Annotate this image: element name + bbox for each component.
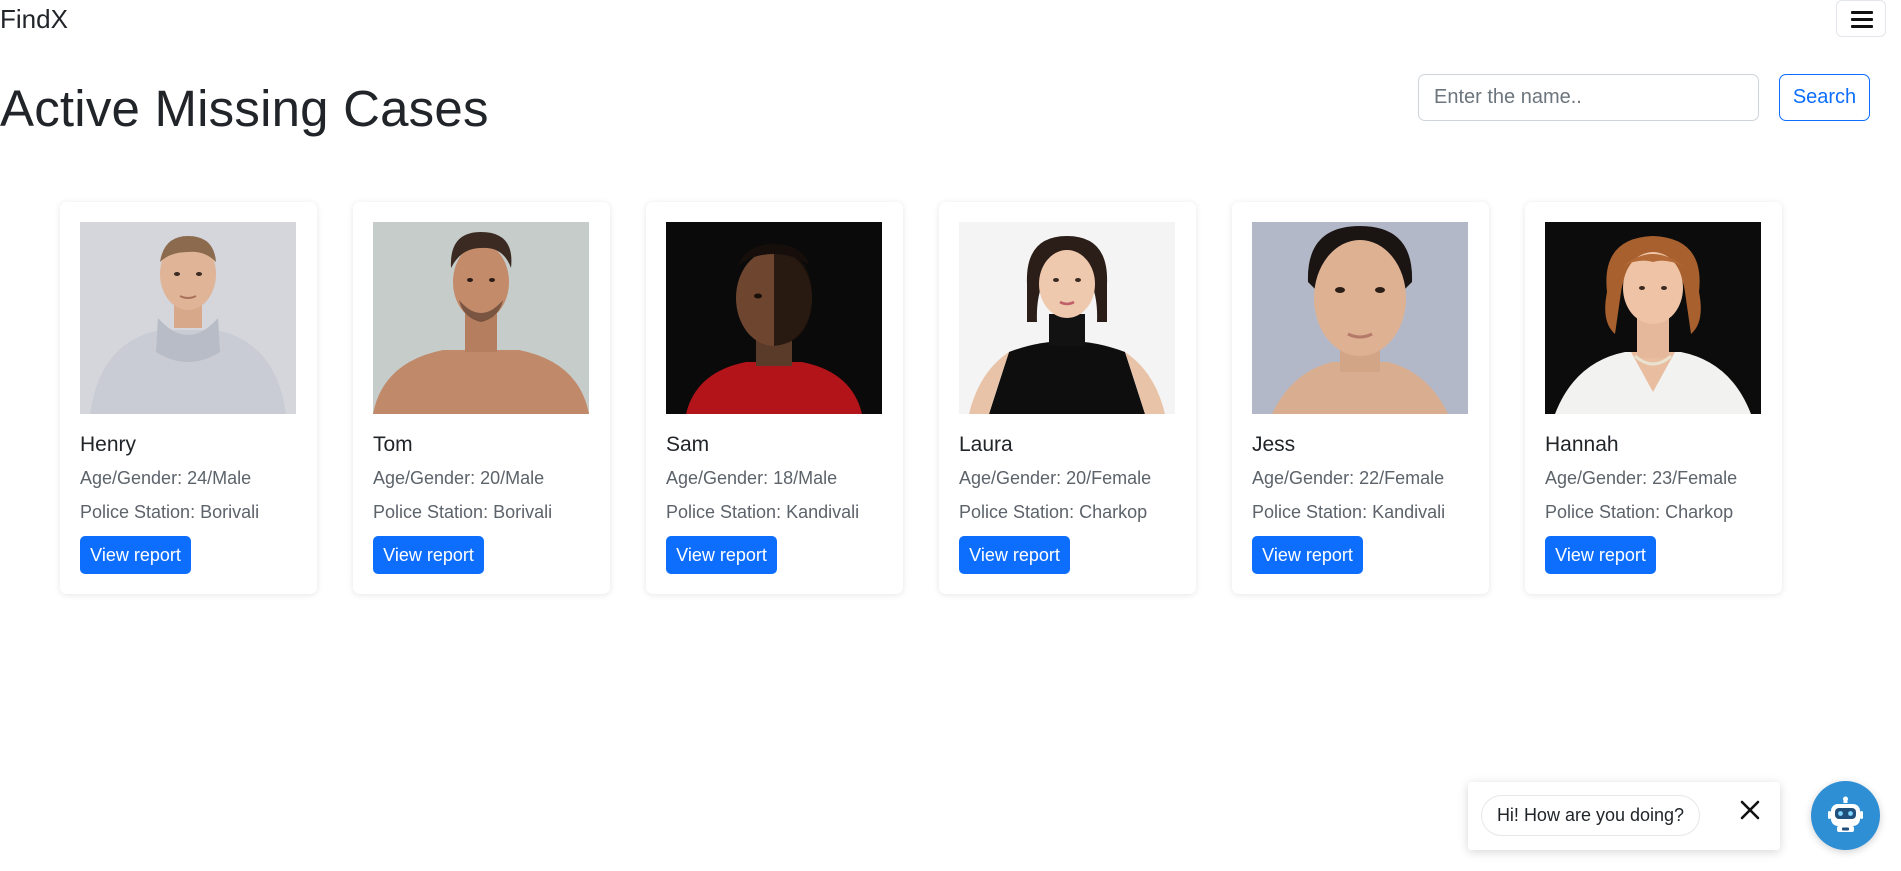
police-station-value: Borivali [200, 502, 260, 522]
police-station-value: Kandivali [1372, 502, 1446, 522]
case-police-station: Police Station: Borivali [80, 502, 259, 523]
hamburger-menu-icon-bar [1851, 25, 1873, 28]
case-police-station: Police Station: Charkop [959, 502, 1147, 523]
search-input[interactable] [1418, 74, 1759, 121]
chat-message[interactable]: Hi! How are you doing? [1481, 795, 1700, 836]
person-photo-icon [1252, 222, 1468, 414]
case-name: Henry [80, 433, 137, 456]
age-gender-value: 18/Male [773, 468, 838, 488]
age-gender-label: Age/Gender: [80, 468, 183, 488]
police-station-value: Charkop [1079, 502, 1148, 522]
view-report-button[interactable]: View report [1545, 536, 1656, 574]
case-card: Hannah Age/Gender: 23/Female Police Stat… [1525, 202, 1782, 594]
case-photo [1545, 222, 1761, 414]
search-button[interactable]: Search [1779, 74, 1870, 121]
case-age-gender: Age/Gender: 22/Female [1252, 468, 1444, 489]
police-station-value: Borivali [493, 502, 553, 522]
case-photo [373, 222, 589, 414]
chat-popup: Hi! How are you doing? [1468, 782, 1780, 850]
case-name: Jess [1252, 433, 1296, 456]
age-gender-label: Age/Gender: [1252, 468, 1355, 488]
brand-logo[interactable]: FindX [0, 4, 68, 35]
age-gender-label: Age/Gender: [959, 468, 1062, 488]
view-report-button[interactable]: View report [959, 536, 1070, 574]
case-age-gender: Age/Gender: 24/Male [80, 468, 251, 489]
case-age-gender: Age/Gender: 20/Male [373, 468, 544, 489]
age-gender-label: Age/Gender: [373, 468, 476, 488]
close-icon[interactable] [1738, 798, 1762, 822]
person-photo-icon [1545, 222, 1761, 414]
case-card: Tom Age/Gender: 20/Male Police Station: … [353, 202, 610, 594]
view-report-button[interactable]: View report [80, 536, 191, 574]
person-photo-icon [959, 222, 1175, 414]
police-station-value: Kandivali [786, 502, 860, 522]
case-photo [666, 222, 882, 414]
case-name: Sam [666, 433, 710, 456]
person-photo-icon [666, 222, 882, 414]
view-report-button[interactable]: View report [666, 536, 777, 574]
case-card: Laura Age/Gender: 20/Female Police Stati… [939, 202, 1196, 594]
person-photo-icon [373, 222, 589, 414]
police-station-label: Police Station: [373, 502, 489, 522]
age-gender-value: 23/Female [1652, 468, 1738, 488]
age-gender-value: 22/Female [1359, 468, 1445, 488]
case-card: Jess Age/Gender: 22/Female Police Statio… [1232, 202, 1489, 594]
police-station-label: Police Station: [666, 502, 782, 522]
case-photo [80, 222, 296, 414]
person-photo-icon [80, 222, 296, 414]
menu-toggle-button[interactable] [1836, 0, 1886, 37]
robot-icon [1828, 796, 1863, 832]
view-report-button[interactable]: View report [373, 536, 484, 574]
chatbot-button[interactable] [1811, 781, 1880, 850]
hamburger-menu-icon [1851, 11, 1873, 14]
hamburger-menu-icon-bar [1851, 18, 1873, 21]
case-age-gender: Age/Gender: 18/Male [666, 468, 837, 489]
police-station-label: Police Station: [1545, 502, 1661, 522]
case-police-station: Police Station: Kandivali [666, 502, 859, 523]
case-name: Tom [373, 433, 413, 456]
police-station-label: Police Station: [959, 502, 1075, 522]
case-card: Henry Age/Gender: 24/Male Police Station… [60, 202, 317, 594]
view-report-button[interactable]: View report [1252, 536, 1363, 574]
case-police-station: Police Station: Charkop [1545, 502, 1733, 523]
case-age-gender: Age/Gender: 23/Female [1545, 468, 1737, 489]
case-police-station: Police Station: Borivali [373, 502, 552, 523]
case-name: Laura [959, 433, 1013, 456]
case-photo [959, 222, 1175, 414]
age-gender-value: 20/Male [480, 468, 545, 488]
page-title: Active Missing Cases [0, 80, 489, 137]
age-gender-value: 20/Female [1066, 468, 1152, 488]
police-station-label: Police Station: [1252, 502, 1368, 522]
case-police-station: Police Station: Kandivali [1252, 502, 1445, 523]
case-name: Hannah [1545, 433, 1619, 456]
case-photo [1252, 222, 1468, 414]
police-station-value: Charkop [1665, 502, 1734, 522]
age-gender-label: Age/Gender: [666, 468, 769, 488]
case-age-gender: Age/Gender: 20/Female [959, 468, 1151, 489]
police-station-label: Police Station: [80, 502, 196, 522]
age-gender-value: 24/Male [187, 468, 252, 488]
case-card: Sam Age/Gender: 18/Male Police Station: … [646, 202, 903, 594]
age-gender-label: Age/Gender: [1545, 468, 1648, 488]
page: FindX Active Missing Cases Search [0, 0, 1901, 871]
